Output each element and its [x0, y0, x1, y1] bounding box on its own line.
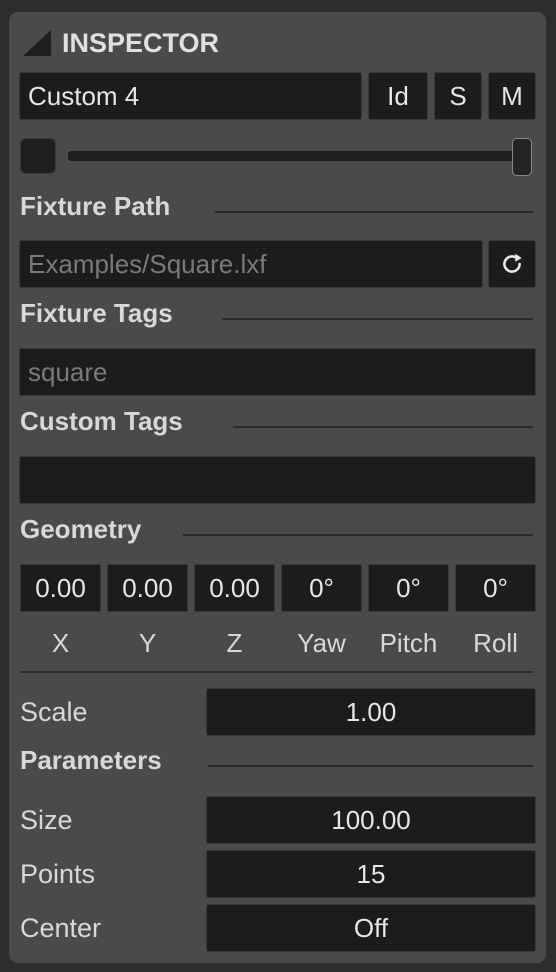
- section-divider: [233, 426, 533, 428]
- position-y-field[interactable]: 0.00: [107, 564, 188, 612]
- points-field[interactable]: 15: [206, 850, 536, 898]
- center-toggle[interactable]: Off: [206, 904, 536, 952]
- center-label: Center: [20, 913, 102, 943]
- position-z-field[interactable]: 0.00: [194, 564, 275, 612]
- fixture-path-heading: Fixture Path: [20, 191, 171, 221]
- section-divider: [183, 534, 533, 536]
- fixture-path-input[interactable]: Examples/Square.lxf: [19, 240, 483, 288]
- yaw-label: Yaw: [297, 628, 346, 658]
- size-field[interactable]: 100.00: [206, 796, 536, 844]
- points-label: Points: [20, 859, 96, 889]
- fixture-tags-input[interactable]: square: [19, 348, 536, 396]
- yaw-field[interactable]: 0°: [281, 564, 362, 612]
- collapse-triangle-icon[interactable]: [23, 29, 53, 57]
- section-divider: [208, 765, 533, 767]
- brightness-slider-handle[interactable]: [512, 138, 532, 176]
- scale-label: Scale: [20, 697, 88, 727]
- geometry-heading: Geometry: [20, 514, 142, 544]
- size-label: Size: [20, 805, 73, 835]
- pitch-field[interactable]: 0°: [368, 564, 449, 612]
- custom-tags-heading: Custom Tags: [20, 406, 183, 436]
- x-label: X: [51, 628, 70, 658]
- y-label: Y: [138, 628, 157, 658]
- section-divider: [222, 318, 533, 320]
- section-divider: [215, 211, 533, 213]
- position-x-field[interactable]: 0.00: [20, 564, 101, 612]
- roll-field[interactable]: 0°: [455, 564, 536, 612]
- fixture-name-input[interactable]: Custom 4: [19, 72, 362, 120]
- fixture-tags-heading: Fixture Tags: [20, 298, 173, 328]
- parameters-heading: Parameters: [20, 745, 162, 775]
- mute-button[interactable]: M: [488, 72, 536, 120]
- geometry-divider: [20, 671, 533, 673]
- custom-tags-input[interactable]: [19, 456, 536, 504]
- z-label: Z: [226, 628, 243, 658]
- solo-button[interactable]: S: [434, 72, 482, 120]
- pitch-label: Pitch: [379, 628, 438, 658]
- scale-field[interactable]: 1.00: [206, 688, 536, 736]
- panel-title: INSPECTOR: [62, 28, 220, 58]
- id-button[interactable]: Id: [368, 72, 428, 120]
- reload-icon: [503, 253, 522, 273]
- reload-fixture-button[interactable]: [488, 240, 536, 288]
- enabled-checkbox[interactable]: [20, 138, 56, 174]
- brightness-slider-track[interactable]: [68, 151, 514, 161]
- roll-label: Roll: [473, 628, 518, 658]
